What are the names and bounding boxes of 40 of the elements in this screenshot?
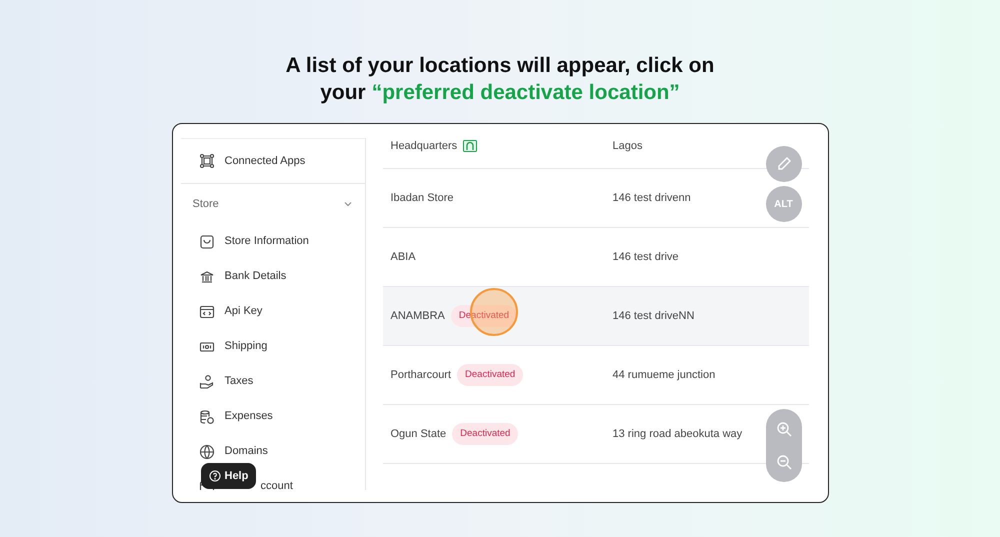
- table-row[interactable]: Headquarters Lagos: [382, 138, 808, 169]
- sidebar-item[interactable]: Taxes: [224, 373, 254, 390]
- location-name: ABIA: [390, 250, 416, 265]
- section-header[interactable]: Store: [180, 184, 364, 224]
- location-address: 146 test driveNN: [612, 308, 694, 324]
- location-address: Lagos: [612, 139, 642, 154]
- location-address: 146 test drive: [612, 250, 679, 265]
- bank-icon: [198, 268, 214, 284]
- status-badge: Deactivated: [452, 422, 518, 446]
- coin-stack-icon: [198, 408, 214, 424]
- location-name: Ibadan Store: [390, 190, 454, 206]
- hand-coin-icon: [198, 374, 214, 390]
- help-button[interactable]: Help: [200, 463, 256, 489]
- location-address: 146 test drivenn: [612, 190, 691, 206]
- heading-text: your: [320, 80, 366, 106]
- location-name: Headquarters: [390, 139, 458, 154]
- globe-icon: [198, 444, 214, 460]
- connected-apps-item[interactable]: Connected Apps: [180, 138, 364, 184]
- location-address: 13 ring road abeokuta way: [612, 426, 742, 442]
- sidebar-item[interactable]: Expenses: [224, 408, 273, 425]
- location-name: ANAMBRA: [390, 308, 445, 324]
- zoom-out-icon[interactable]: [776, 454, 792, 470]
- sidebar-item[interactable]: Bank Details: [224, 268, 286, 285]
- network-icon: [198, 153, 214, 169]
- location-name: Portharcourt: [390, 368, 452, 383]
- location-address: 44 rumueme junction: [612, 368, 716, 383]
- status-badge: Deactivated: [457, 364, 524, 386]
- sidebar-item[interactable]: Store Information: [224, 233, 309, 250]
- sidebar-item[interactable]: Domains: [224, 443, 268, 460]
- help-icon: [208, 470, 220, 482]
- sidebar-item[interactable]: Api Key: [224, 303, 262, 320]
- highlighted-text: “preferred deactivate location”: [372, 80, 680, 106]
- location-name: Ogun State: [390, 426, 446, 442]
- zoom-in-icon[interactable]: [776, 421, 792, 438]
- bag-icon: [198, 234, 214, 250]
- code-window-icon: [198, 304, 214, 320]
- sidebar-item[interactable]: Shipping: [224, 338, 268, 355]
- sidebar-item[interactable]: ccount: [260, 478, 293, 490]
- pencil-icon: [776, 156, 792, 172]
- heading-text: A list of your locations will appear, click on: [286, 53, 714, 79]
